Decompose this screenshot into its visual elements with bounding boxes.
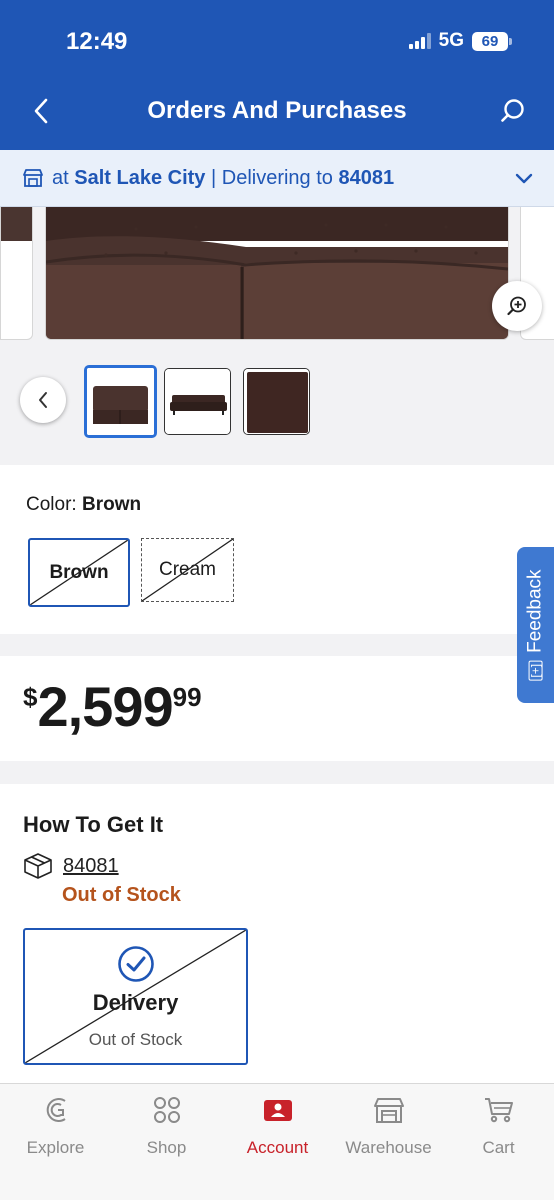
network-type: 5G xyxy=(438,30,464,51)
tab-shop[interactable]: Shop xyxy=(111,1084,222,1200)
stock-status: Out of Stock xyxy=(62,884,181,906)
tab-cart[interactable]: Cart xyxy=(443,1084,554,1200)
location-separator: | xyxy=(210,166,217,189)
package-icon xyxy=(24,853,52,879)
chevron-left-icon xyxy=(39,392,47,408)
battery-icon: 69 xyxy=(472,31,512,51)
search-button[interactable] xyxy=(496,94,530,128)
tab-label: Account xyxy=(246,1138,309,1157)
store-icon xyxy=(22,168,44,188)
product-gallery xyxy=(0,207,554,463)
tab-label: Cart xyxy=(482,1138,515,1157)
tab-account[interactable]: Account xyxy=(222,1084,333,1200)
product-image-main[interactable] xyxy=(45,207,509,340)
price-card: $ 2,599 99 xyxy=(0,656,554,761)
delivery-option[interactable]: Delivery Out of Stock xyxy=(23,928,248,1065)
price-dollars: 2,599 xyxy=(37,675,173,738)
thumbnail-1[interactable] xyxy=(84,365,157,438)
bottom-tab-bar: Explore Shop Account Warehouse Cart xyxy=(0,1083,554,1200)
zip-code-link[interactable]: 84081 xyxy=(63,855,119,878)
page-title: Orders And Purchases xyxy=(147,97,407,124)
signal-icon xyxy=(408,33,431,49)
explore-icon xyxy=(46,1098,66,1122)
price-currency: $ xyxy=(23,682,38,712)
app-header: 12:49 5G 69 Orders And Purchases xyxy=(0,0,554,150)
tab-explore[interactable]: Explore xyxy=(0,1084,111,1200)
feedback-label: Feedback xyxy=(524,569,546,653)
tab-label: Warehouse xyxy=(345,1138,432,1157)
price-cents: 99 xyxy=(172,682,202,712)
store-location-bar[interactable]: at Salt Lake City | Delivering to 84081 xyxy=(0,150,554,207)
thumbnail-prev-button[interactable] xyxy=(20,377,66,423)
delivery-status: Out of Stock xyxy=(88,1030,183,1049)
zoom-button[interactable] xyxy=(492,281,542,331)
cart-icon xyxy=(484,1098,513,1123)
feedback-icon: [+] xyxy=(528,660,543,681)
fulfillment-title: How To Get It xyxy=(23,812,164,837)
thumbnail-2[interactable] xyxy=(164,368,231,435)
battery-level: 69 xyxy=(481,32,499,50)
shop-grid-icon xyxy=(153,1097,180,1123)
delivery-zip: 84081 xyxy=(338,166,395,189)
tab-warehouse[interactable]: Warehouse xyxy=(333,1084,444,1200)
tab-label: Explore xyxy=(26,1138,85,1157)
zoom-in-icon xyxy=(507,296,526,316)
delivery-label: Delivery xyxy=(92,990,179,1015)
zip-row: 84081 xyxy=(23,852,119,880)
location-prefix: at xyxy=(52,166,69,189)
color-option-cream[interactable]: Cream xyxy=(141,538,234,602)
search-icon xyxy=(501,99,524,122)
selected-color: Brown xyxy=(81,494,142,515)
product-price: $ 2,599 99 xyxy=(23,674,202,739)
product-image-previous[interactable] xyxy=(0,207,33,340)
fulfillment-card: How To Get It 84081 Out of Stock Deliver… xyxy=(0,784,554,1084)
tab-label: Shop xyxy=(146,1138,187,1157)
color-selector-card: Color: Brown Brown Cream xyxy=(0,465,554,634)
color-label: Color: Brown xyxy=(26,494,141,516)
sofa-image xyxy=(46,207,508,339)
status-indicators: 5G 69 xyxy=(408,30,512,52)
thumbnail-3[interactable] xyxy=(243,368,310,435)
warehouse-icon xyxy=(373,1098,404,1123)
color-label-text: Color: xyxy=(26,494,77,515)
account-icon xyxy=(263,1100,292,1121)
chevron-down-icon[interactable] xyxy=(514,168,534,191)
store-name: Salt Lake City xyxy=(74,166,206,189)
delivering-label: Delivering to xyxy=(221,166,333,189)
status-time: 12:49 xyxy=(66,28,128,55)
color-option-brown[interactable]: Brown xyxy=(28,538,130,607)
checkmark-circle-icon xyxy=(118,946,154,982)
feedback-button[interactable]: [+] Feedback xyxy=(517,547,554,703)
